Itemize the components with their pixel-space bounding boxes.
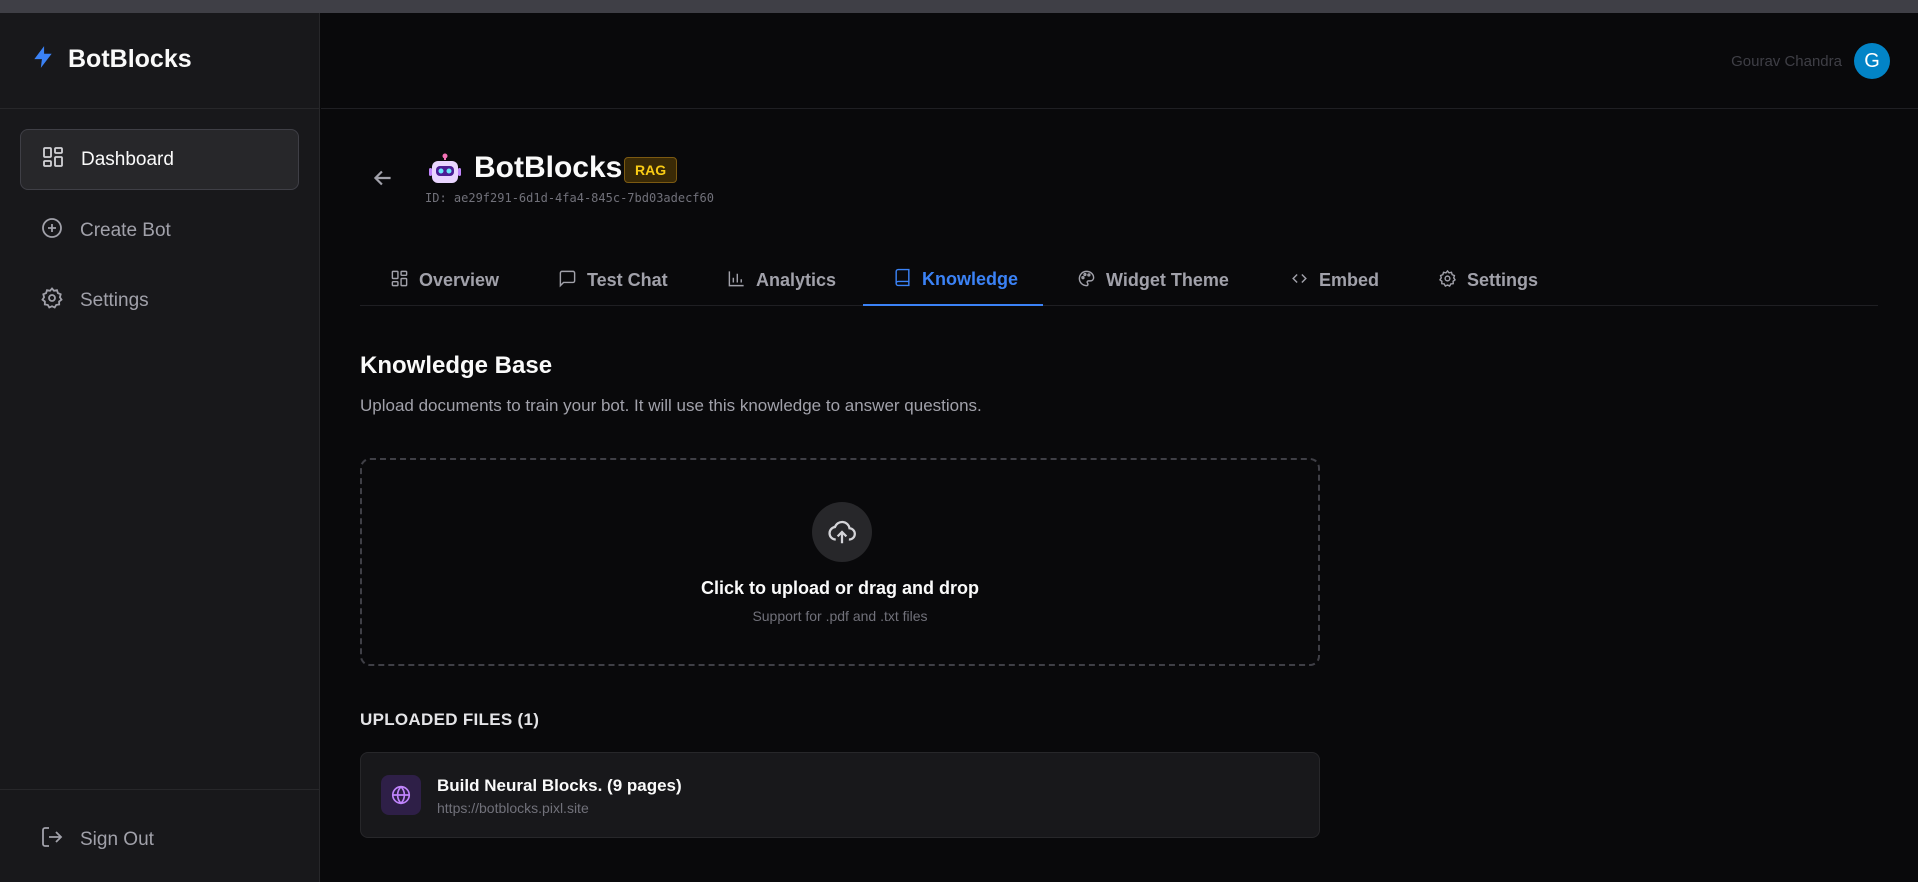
tab-label: Widget Theme	[1106, 270, 1229, 290]
tab-settings[interactable]: Settings	[1438, 255, 1538, 306]
dashboard-icon	[41, 145, 65, 175]
tab-label: Embed	[1319, 270, 1380, 290]
window-top-strip	[0, 0, 1918, 13]
sidebar-item-create-bot[interactable]: Create Bot	[20, 200, 299, 261]
user-menu[interactable]: Gourav Chandra G	[1731, 43, 1890, 79]
bar-chart-icon	[727, 269, 746, 293]
uploaded-files-heading: UPLOADED FILES (1)	[360, 710, 540, 729]
bot-id: ID: ae29f291-6d1d-4fa4-845c-7bd03adecf60	[425, 191, 714, 205]
code-icon	[1290, 269, 1309, 293]
avatar[interactable]: G	[1854, 43, 1890, 79]
plus-circle-icon	[40, 216, 64, 246]
upload-subtitle: Support for .pdf and .txt files	[752, 608, 928, 624]
tab-label: Analytics	[756, 270, 837, 290]
section-title: Knowledge Base	[360, 352, 553, 379]
user-name: Gourav Chandra	[1731, 52, 1842, 70]
sidebar-item-dashboard[interactable]: Dashboard	[20, 129, 299, 190]
sidebar: BotBlocks Dashboard Create Bot Settings …	[0, 13, 320, 882]
tab-label: Knowledge	[922, 269, 1019, 289]
tab-analytics[interactable]: Analytics	[727, 255, 836, 306]
top-header: Gourav Chandra G	[321, 13, 1918, 109]
chat-icon	[558, 269, 577, 293]
book-icon	[893, 268, 912, 292]
brand-name: BotBlocks	[68, 45, 192, 73]
brand[interactable]: BotBlocks	[30, 43, 192, 76]
file-url: https://botblocks.pixl.site	[437, 800, 589, 816]
sign-out-icon	[40, 825, 64, 855]
sign-out-label: Sign Out	[80, 828, 154, 850]
tab-bar: Overview Test Chat Analytics Knowledge W…	[360, 255, 1878, 306]
lightning-icon	[30, 43, 56, 76]
sign-out-button[interactable]: Sign Out	[20, 809, 299, 870]
bot-type-badge: RAG	[624, 157, 678, 183]
bot-title: BotBlocks	[474, 151, 623, 184]
sidebar-item-settings[interactable]: Settings	[20, 270, 299, 331]
list-item[interactable]: Build Neural Blocks. (9 pages) https://b…	[360, 752, 1320, 838]
sidebar-item-label: Dashboard	[81, 148, 174, 170]
cloud-upload-icon	[812, 502, 872, 562]
back-button[interactable]	[370, 165, 396, 191]
tab-overview[interactable]: Overview	[390, 255, 499, 306]
sidebar-item-label: Create Bot	[80, 219, 171, 241]
tab-test-chat[interactable]: Test Chat	[558, 255, 668, 306]
robot-icon	[428, 153, 462, 187]
arrow-left-icon	[370, 170, 396, 195]
tab-label: Settings	[1467, 270, 1539, 290]
file-name: Build Neural Blocks. (9 pages)	[437, 776, 682, 795]
divider	[0, 789, 320, 790]
tab-label: Test Chat	[587, 270, 668, 290]
divider	[0, 108, 320, 109]
tab-embed[interactable]: Embed	[1290, 255, 1379, 306]
palette-icon	[1077, 269, 1096, 293]
section-subtitle: Upload documents to train your bot. It w…	[360, 396, 982, 415]
globe-icon	[381, 775, 421, 815]
tab-label: Overview	[419, 270, 500, 290]
gear-icon	[1438, 269, 1457, 293]
gear-icon	[40, 286, 64, 316]
grid-icon	[390, 269, 409, 293]
tab-widget-theme[interactable]: Widget Theme	[1077, 255, 1229, 306]
upload-title: Click to upload or drag and drop	[700, 578, 979, 598]
sidebar-item-label: Settings	[80, 289, 149, 311]
upload-dropzone[interactable]: Click to upload or drag and drop Support…	[360, 458, 1320, 666]
tab-knowledge[interactable]: Knowledge	[863, 255, 1043, 306]
